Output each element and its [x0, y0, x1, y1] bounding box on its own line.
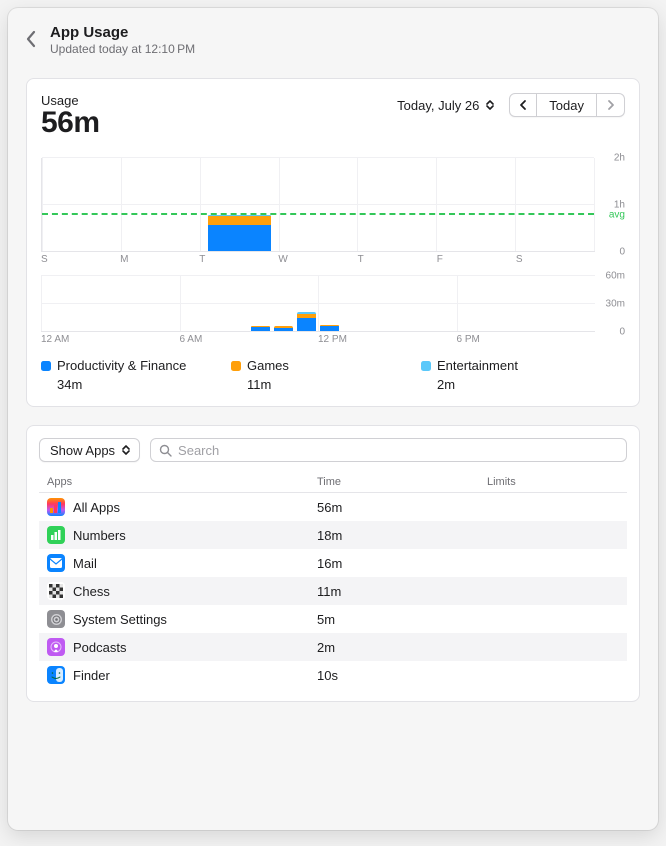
- app-name: Numbers: [73, 528, 126, 543]
- finder-icon: [47, 666, 65, 684]
- settings-icon: [47, 610, 65, 628]
- daily-bar: [208, 215, 271, 251]
- today-button[interactable]: Today: [537, 93, 597, 117]
- table-row[interactable]: Chess 11m: [39, 577, 627, 605]
- hourly-bar: [274, 326, 292, 331]
- col-limits: Limits: [487, 476, 619, 488]
- prev-day-button[interactable]: [509, 93, 537, 117]
- hourly-usage-chart: 030m60m 12 AM6 AM12 PM6 PM: [41, 276, 625, 348]
- table-row[interactable]: All Apps 56m: [39, 493, 627, 521]
- table-row[interactable]: Finder 10s: [39, 661, 627, 689]
- date-dropdown[interactable]: Today, July 26: [391, 94, 501, 116]
- app-usage-window: App Usage Updated today at 12:10 PM Usag…: [8, 8, 658, 830]
- legend-label: Games: [247, 358, 289, 373]
- legend: Productivity & Finance34mGames11mEnterta…: [41, 358, 625, 392]
- show-apps-dropdown[interactable]: Show Apps: [39, 438, 140, 462]
- app-time: 10s: [317, 668, 487, 683]
- app-time: 11m: [317, 584, 487, 599]
- numbers-icon: [47, 526, 65, 544]
- avg-label: avg: [609, 210, 625, 221]
- all-apps-icon: [47, 498, 65, 516]
- legend-item: Productivity & Finance 34m: [41, 358, 231, 392]
- updown-icon: [121, 442, 133, 458]
- legend-item: Entertainment 2m: [421, 358, 625, 392]
- apps-panel: Show Apps Apps Time Limits All Apps 56m Nu…: [26, 425, 640, 702]
- col-time: Time: [317, 476, 487, 488]
- page-title: App Usage: [50, 24, 195, 41]
- app-name: Podcasts: [73, 640, 126, 655]
- apps-table-header: Apps Time Limits: [39, 472, 627, 493]
- header: App Usage Updated today at 12:10 PM: [26, 24, 640, 56]
- back-button[interactable]: [26, 30, 36, 48]
- next-day-button[interactable]: [597, 93, 625, 117]
- table-row[interactable]: Numbers 18m: [39, 521, 627, 549]
- legend-value: 2m: [437, 377, 625, 392]
- legend-label: Entertainment: [437, 358, 518, 373]
- hourly-bar: [251, 326, 269, 332]
- app-name: Mail: [73, 556, 97, 571]
- daily-usage-chart: 01h2h avg SMTWTFS: [41, 158, 625, 268]
- legend-item: Games 11m: [231, 358, 421, 392]
- date-label: Today, July 26: [397, 98, 479, 113]
- legend-value: 34m: [57, 377, 231, 392]
- legend-label: Productivity & Finance: [57, 358, 186, 373]
- page-subtitle: Updated today at 12:10 PM: [50, 42, 195, 56]
- mail-icon: [47, 554, 65, 572]
- hourly-bar: [320, 325, 338, 331]
- app-name: Chess: [73, 584, 110, 599]
- legend-value: 11m: [247, 377, 421, 392]
- search-field[interactable]: [150, 438, 627, 462]
- app-name: All Apps: [73, 500, 120, 515]
- legend-swatch: [41, 361, 51, 371]
- app-time: 2m: [317, 640, 487, 655]
- search-icon: [159, 444, 172, 457]
- usage-total: 56m: [41, 106, 100, 140]
- title-block: App Usage Updated today at 12:10 PM: [50, 24, 195, 56]
- search-input[interactable]: [178, 443, 618, 458]
- table-row[interactable]: Mail 16m: [39, 549, 627, 577]
- apps-table-body: All Apps 56m Numbers 18m Mail 16m Chess 11m Syst…: [39, 493, 627, 689]
- col-apps: Apps: [47, 476, 317, 488]
- app-name: Finder: [73, 668, 110, 683]
- legend-swatch: [231, 361, 241, 371]
- app-time: 16m: [317, 556, 487, 571]
- app-time: 5m: [317, 612, 487, 627]
- legend-swatch: [421, 361, 431, 371]
- hourly-bar: [297, 312, 315, 331]
- chess-icon: [47, 582, 65, 600]
- app-time: 18m: [317, 528, 487, 543]
- table-row[interactable]: Podcasts 2m: [39, 633, 627, 661]
- app-time: 56m: [317, 500, 487, 515]
- podcasts-icon: [47, 638, 65, 656]
- updown-icon: [485, 97, 497, 113]
- usage-panel: Usage 56m Today, July 26 Today: [26, 78, 640, 407]
- table-row[interactable]: System Settings 5m: [39, 605, 627, 633]
- app-name: System Settings: [73, 612, 167, 627]
